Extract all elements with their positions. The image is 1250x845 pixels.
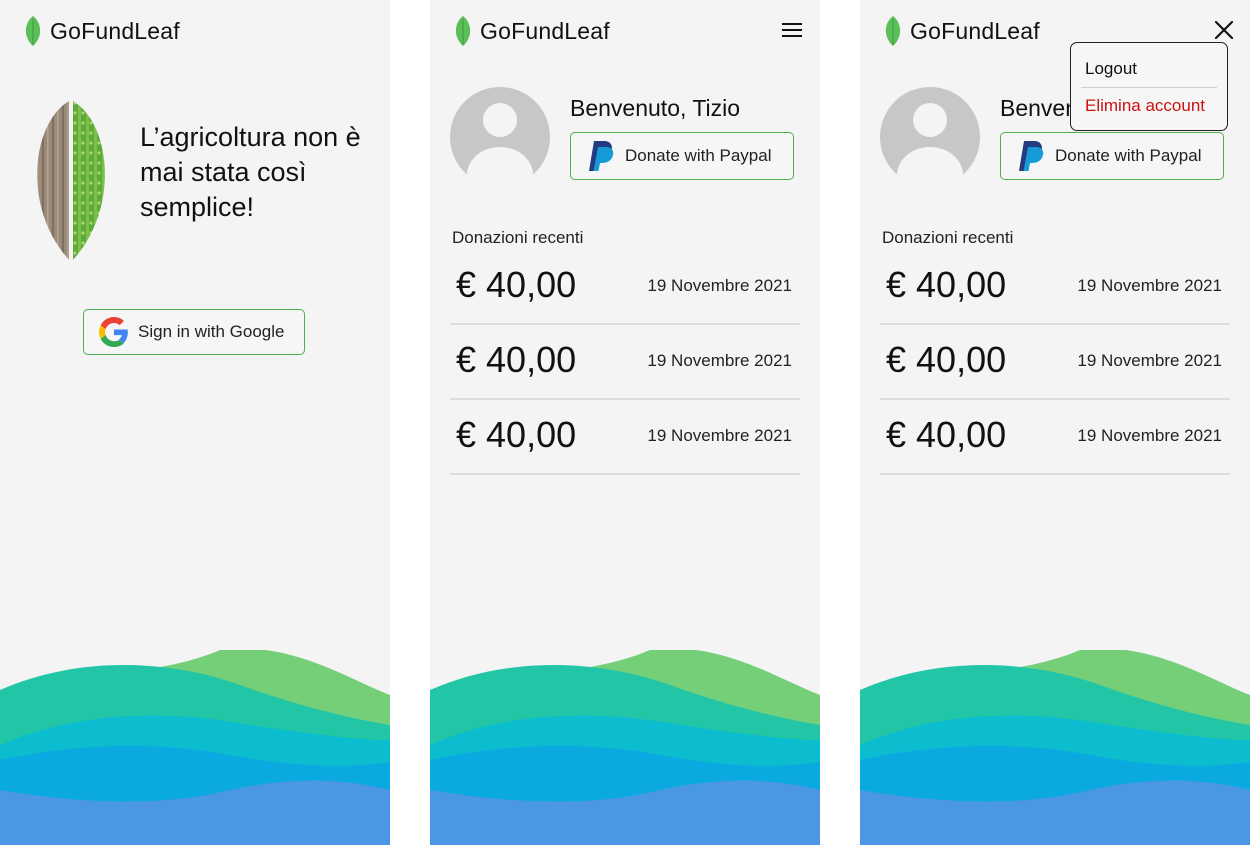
donation-list: € 40,00 19 Novembre 2021 € 40,00 19 Nove… xyxy=(880,250,1230,475)
welcome-message: Benvenuto, Tizio xyxy=(570,95,741,121)
decorative-waves xyxy=(430,650,820,845)
dashboard-screen: GoFundLeaf Benvenuto, Tizio Donate with … xyxy=(430,0,820,845)
donation-amount: € 40,00 xyxy=(456,339,577,380)
leaf-icon xyxy=(25,16,41,46)
app-header: GoFundLeaf xyxy=(882,15,1040,47)
google-g-icon xyxy=(99,317,128,347)
decorative-waves xyxy=(0,650,390,845)
avatar xyxy=(450,87,550,187)
google-sign-in-button[interactable]: Sign in with Google xyxy=(83,309,305,355)
donation-amount: € 40,00 xyxy=(456,414,577,455)
recent-donations-title: Donazioni recenti xyxy=(882,228,1014,247)
app-header: GoFundLeaf xyxy=(452,15,610,47)
app-title: GoFundLeaf xyxy=(50,17,180,44)
donation-date: 19 Novembre 2021 xyxy=(1077,351,1222,370)
login-screen: GoFundLeaf L’agricoltura non è mai stata… xyxy=(0,0,390,845)
donation-row: € 40,00 19 Novembre 2021 xyxy=(880,325,1230,400)
dashboard-menu-open-screen: GoFundLeaf Benvenuto, Tizio Donate with … xyxy=(860,0,1250,845)
tagline: L’agricoltura non è mai stata così sempl… xyxy=(140,122,361,222)
menu-divider xyxy=(1081,87,1217,88)
donate-paypal-button[interactable]: Donate with Paypal xyxy=(570,132,794,180)
decorative-waves xyxy=(860,650,1250,845)
donation-amount: € 40,00 xyxy=(886,339,1007,380)
donation-list: € 40,00 19 Novembre 2021 € 40,00 19 Nove… xyxy=(450,250,800,475)
paypal-icon xyxy=(589,141,614,171)
donation-amount: € 40,00 xyxy=(886,264,1007,305)
paypal-icon xyxy=(1019,141,1044,171)
leaf-icon xyxy=(455,16,471,46)
donation-date: 19 Novembre 2021 xyxy=(647,276,792,295)
donate-paypal-button[interactable]: Donate with Paypal xyxy=(1000,132,1224,180)
donation-row: € 40,00 19 Novembre 2021 xyxy=(450,325,800,400)
donate-paypal-label: Donate with Paypal xyxy=(625,146,772,165)
app-header: GoFundLeaf xyxy=(22,15,180,47)
donation-date: 19 Novembre 2021 xyxy=(647,426,792,445)
donation-row: € 40,00 19 Novembre 2021 xyxy=(880,400,1230,475)
donation-amount: € 40,00 xyxy=(456,264,577,305)
donation-row: € 40,00 19 Novembre 2021 xyxy=(880,250,1230,325)
donation-row: € 40,00 19 Novembre 2021 xyxy=(450,400,800,475)
donation-date: 19 Novembre 2021 xyxy=(1077,426,1222,445)
donate-paypal-label: Donate with Paypal xyxy=(1055,146,1202,165)
google-sign-in-label: Sign in with Google xyxy=(138,322,285,341)
app-title: GoFundLeaf xyxy=(910,17,1040,44)
menu-item-logout[interactable]: Logout xyxy=(1085,59,1137,79)
menu-item-delete-account[interactable]: Elimina account xyxy=(1085,96,1205,116)
leaf-icon xyxy=(885,16,901,46)
donation-row: € 40,00 19 Novembre 2021 xyxy=(450,250,800,325)
donation-date: 19 Novembre 2021 xyxy=(1077,276,1222,295)
account-menu-dropdown: Logout Elimina account xyxy=(1070,42,1228,131)
app-title: GoFundLeaf xyxy=(480,17,610,44)
donation-date: 19 Novembre 2021 xyxy=(647,351,792,370)
donation-amount: € 40,00 xyxy=(886,414,1007,455)
hero-leaf-image xyxy=(37,100,105,262)
recent-donations-title: Donazioni recenti xyxy=(452,228,584,247)
avatar xyxy=(880,87,980,187)
hamburger-menu-icon[interactable] xyxy=(782,20,802,40)
close-icon[interactable] xyxy=(1214,20,1234,40)
